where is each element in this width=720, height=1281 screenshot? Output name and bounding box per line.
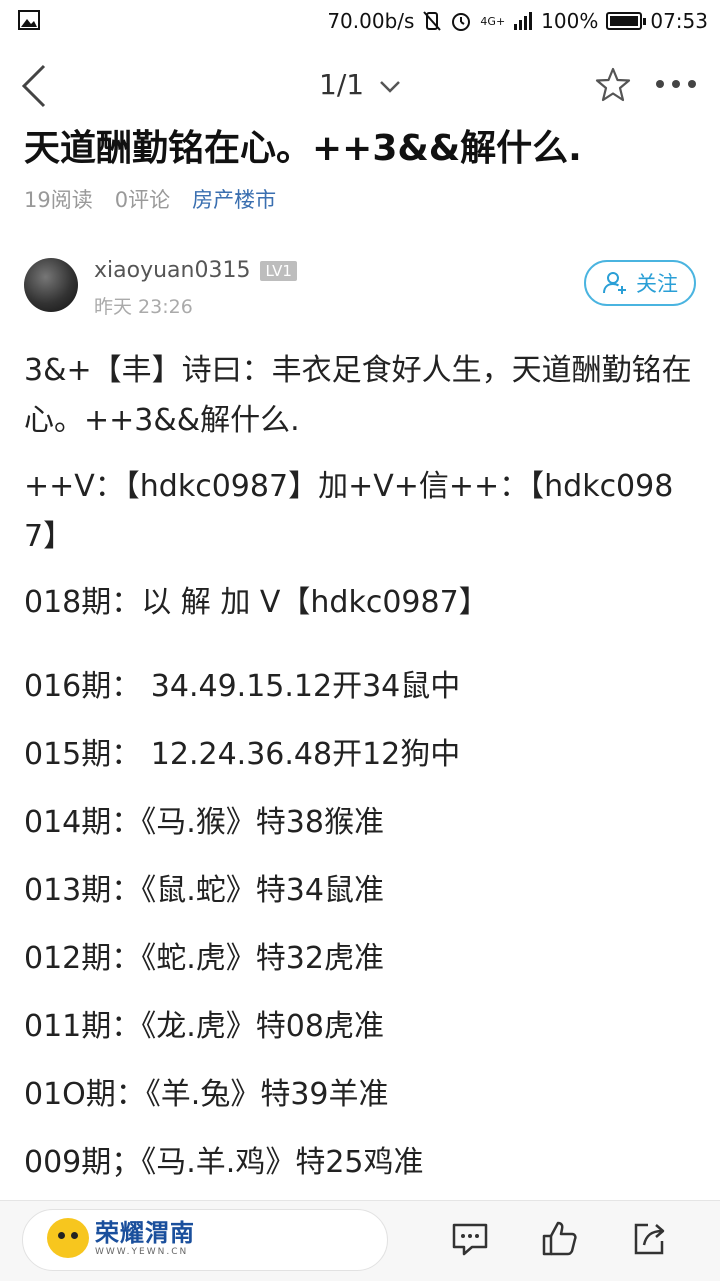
text-line: 018期：以 解 加 V【hdkc0987】 — [24, 585, 489, 620]
battery-percent: 100% — [541, 9, 599, 33]
category-link[interactable]: 房产楼市 — [192, 184, 276, 214]
text-line: 009期；《马.羊.鸡》特25鸡准 — [24, 1145, 424, 1180]
paragraph: 3&+【丰】诗曰：丰衣足食好人生，天道酬勤铭在心。++3&&解什么. — [24, 353, 692, 438]
battery-icon — [606, 12, 647, 30]
status-bar: 70.00b/s 4G+ 100% 07:53 — [0, 0, 720, 42]
star-icon[interactable] — [594, 66, 632, 104]
article-meta: 19阅读 0评论 房产楼市 — [24, 184, 704, 214]
text-line: 013期：《鼠.蛇》特34鼠准 — [24, 873, 384, 908]
article-body: 3&+【丰】诗曰：丰衣足食好人生，天道酬勤铭在心。++3&&解什么. ++V：【… — [24, 346, 704, 1188]
add-user-icon — [603, 272, 626, 294]
text-line: 011期：《龙.虎》特08虎准 — [24, 1009, 384, 1044]
avatar[interactable] — [24, 258, 78, 312]
author-name[interactable]: xiaoyuan0315 — [94, 258, 250, 283]
post-time: 昨天 23:26 — [94, 296, 193, 318]
level-badge: LV1 — [260, 260, 297, 281]
article-header: 天道酬勤铭在心。++3&&解什么. 19阅读 0评论 房产楼市 — [24, 120, 704, 214]
comment-icon[interactable] — [450, 1219, 490, 1259]
text-line: 014期：《马.猴》特38猴准 — [24, 805, 384, 840]
alarm-icon — [452, 13, 471, 31]
author-row: xiaoyuan0315 LV1 昨天 23:26 关注 — [24, 258, 696, 318]
page-count: 1/1 — [319, 68, 365, 101]
more-options-icon[interactable] — [656, 80, 696, 88]
comment-count: 0评论 — [114, 188, 171, 212]
like-icon[interactable] — [540, 1219, 580, 1259]
article-title: 天道酬勤铭在心。++3&&解什么. — [24, 128, 582, 169]
signal-icon — [514, 12, 533, 30]
network-type: 4G+ — [480, 14, 506, 28]
text-line: 015期： 12.24.36.48开12狗中 — [24, 737, 461, 772]
author-name-row: xiaoyuan0315 LV1 — [94, 258, 297, 283]
text-line: 012期：《蛇.虎》特32虎准 — [24, 941, 384, 976]
title-bar: 1/1 — [0, 42, 720, 130]
bee-mascot-icon — [47, 1218, 89, 1258]
share-icon[interactable] — [630, 1219, 670, 1259]
brand-url: WWW.YEWN.CN — [95, 1247, 189, 1257]
chevron-down-icon — [380, 81, 400, 93]
clock: 07:53 — [650, 9, 708, 33]
image-notification-icon — [18, 10, 40, 30]
brand-logo: 荣耀渭南 WWW.YEWN.CN — [47, 1218, 195, 1258]
follow-button[interactable]: 关注 — [584, 260, 696, 306]
brand-name: 荣耀渭南 — [95, 1219, 195, 1247]
network-speed: 70.00b/s — [327, 9, 415, 33]
text-line: 01O期：《羊.兔》特39羊准 — [24, 1077, 389, 1112]
bottom-toolbar: 荣耀渭南 WWW.YEWN.CN — [0, 1200, 720, 1281]
read-count: 19阅读 — [24, 188, 93, 212]
text-line: 016期： 34.49.15.12开34鼠中 — [24, 669, 461, 704]
follow-label: 关注 — [636, 272, 678, 296]
vibrate-icon — [423, 11, 442, 31]
comment-input[interactable]: 荣耀渭南 WWW.YEWN.CN — [22, 1209, 388, 1271]
paragraph: ++V：【hdkc0987】加+V+信++：【hdkc0987】 — [24, 469, 674, 554]
